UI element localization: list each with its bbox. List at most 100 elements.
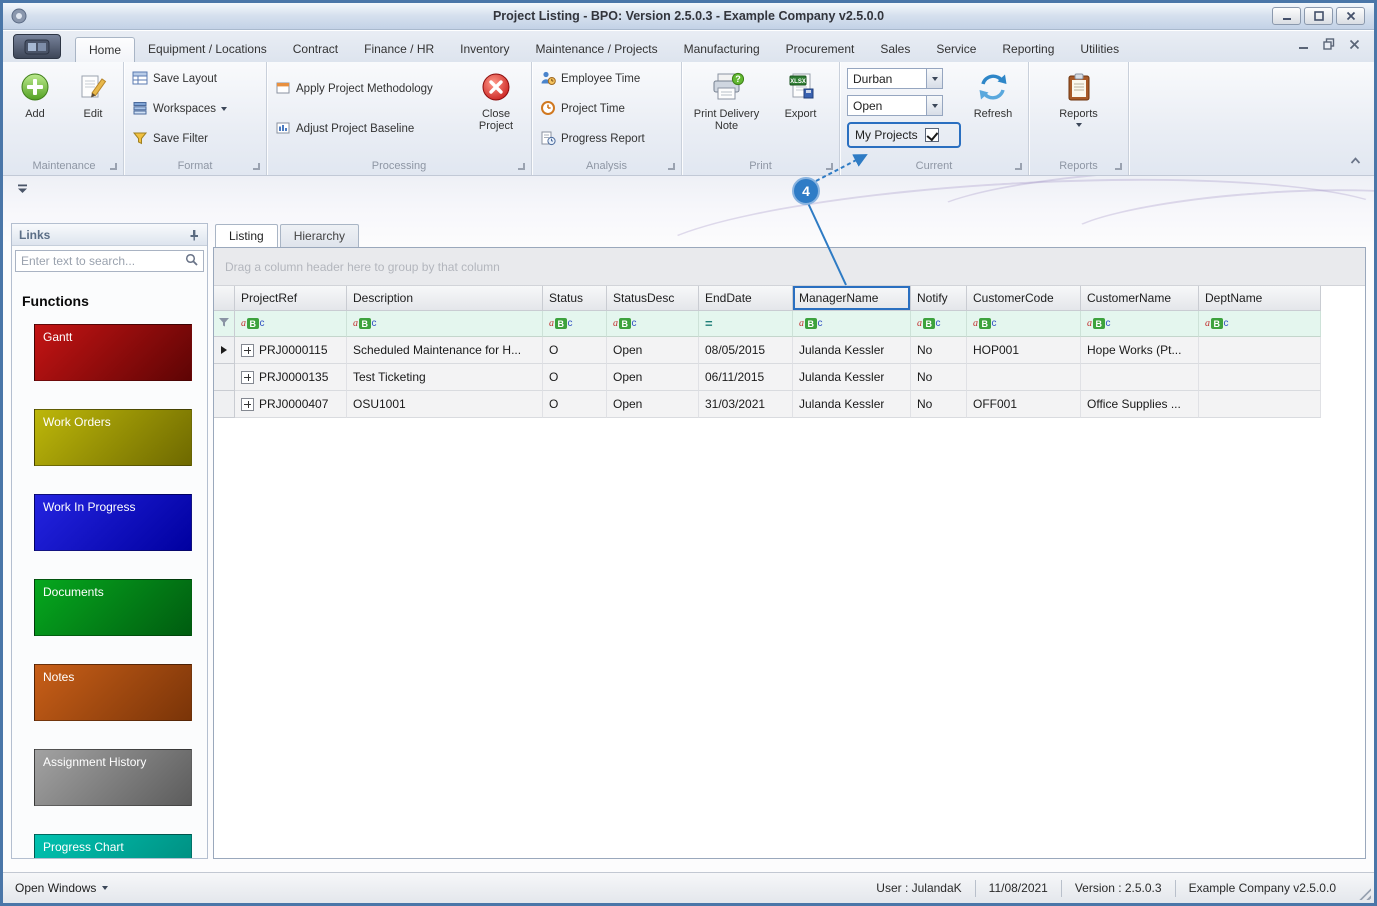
filter-cell-customercode[interactable]: aBc	[967, 311, 1081, 337]
cell-description[interactable]: OSU1001	[347, 391, 543, 418]
filter-cell-managername[interactable]: aBc	[793, 311, 911, 337]
cell-customername[interactable]	[1081, 364, 1199, 391]
group-options-icon[interactable]	[826, 163, 833, 170]
table-row[interactable]: PRJ0000407 OSU1001 O Open 31/03/2021 Julanda …	[214, 391, 1365, 418]
add-button[interactable]: Add	[8, 65, 62, 120]
checkbox-checked-icon[interactable]	[924, 128, 939, 142]
table-row[interactable]: PRJ0000115 Scheduled Maintenance for H...…	[214, 337, 1365, 364]
mdi-close-icon[interactable]	[1349, 39, 1360, 53]
ribbon-collapse-icon[interactable]	[1349, 155, 1362, 169]
cell-enddate[interactable]: 06/11/2015	[699, 364, 793, 391]
ribbon-tab-home[interactable]: Home	[75, 37, 136, 62]
progress-report-button[interactable]: Progress Report	[537, 129, 676, 149]
save-layout-button[interactable]: Save Layout	[129, 69, 261, 89]
project-time-button[interactable]: Project Time	[537, 99, 676, 119]
filter-cell-customername[interactable]: aBc	[1081, 311, 1199, 337]
column-header-description[interactable]: Description	[347, 286, 543, 311]
column-header-deptname[interactable]: DeptName	[1199, 286, 1321, 311]
ribbon-tab-equipment-locations[interactable]: Equipment / Locations	[135, 37, 280, 62]
status-combobox-dropdown[interactable]	[926, 96, 942, 115]
filter-cell-status[interactable]: aBc	[543, 311, 607, 337]
function-button-progress-chart[interactable]: Progress Chart	[34, 834, 192, 858]
column-header-notify[interactable]: Notify	[911, 286, 967, 311]
ribbon-tab-utilities[interactable]: Utilities	[1067, 37, 1132, 62]
cell-projectref[interactable]: PRJ0000407	[235, 391, 347, 418]
ribbon-tab-service[interactable]: Service	[923, 37, 989, 62]
tab-hierarchy[interactable]: Hierarchy	[279, 224, 360, 247]
ribbon-tab-reporting[interactable]: Reporting	[989, 37, 1067, 62]
workspaces-button[interactable]: Workspaces	[129, 99, 261, 119]
column-header-status[interactable]: Status	[543, 286, 607, 311]
expand-row-icon[interactable]	[241, 397, 254, 411]
cell-enddate[interactable]: 31/03/2021	[699, 391, 793, 418]
export-button[interactable]: XLSX Export	[773, 65, 829, 132]
cell-statusdesc[interactable]: Open	[607, 337, 699, 364]
cell-notify[interactable]: No	[911, 391, 967, 418]
cell-projectref[interactable]: PRJ0000135	[235, 364, 347, 391]
ribbon-tab-maintenance-projects[interactable]: Maintenance / Projects	[523, 37, 671, 62]
filter-cell-statusdesc[interactable]: aBc	[607, 311, 699, 337]
cell-notify[interactable]: No	[911, 364, 967, 391]
cell-statusdesc[interactable]: Open	[607, 391, 699, 418]
minimize-button[interactable]	[1272, 7, 1301, 25]
cell-statusdesc[interactable]: Open	[607, 364, 699, 391]
cell-status[interactable]: O	[543, 337, 607, 364]
cell-customername[interactable]: Office Supplies ...	[1081, 391, 1199, 418]
ribbon-tab-procurement[interactable]: Procurement	[773, 37, 868, 62]
tab-listing[interactable]: Listing	[215, 224, 278, 247]
adjust-project-baseline-button[interactable]: Adjust Project Baseline	[272, 119, 466, 139]
filter-cell-deptname[interactable]: aBc	[1199, 311, 1321, 337]
group-options-icon[interactable]	[518, 163, 525, 170]
cell-customercode[interactable]	[967, 364, 1081, 391]
group-options-icon[interactable]	[668, 163, 675, 170]
column-header-customercode[interactable]: CustomerCode	[967, 286, 1081, 311]
close-project-button[interactable]: Close Project	[468, 65, 524, 149]
cell-deptname[interactable]	[1199, 364, 1321, 391]
ribbon-tab-finance-hr[interactable]: Finance / HR	[351, 37, 447, 62]
function-button-documents[interactable]: Documents	[34, 579, 192, 636]
cell-enddate[interactable]: 08/05/2015	[699, 337, 793, 364]
column-header-managername[interactable]: ManagerName	[793, 286, 911, 311]
cell-managername[interactable]: Julanda Kessler	[793, 337, 911, 364]
expand-row-icon[interactable]	[241, 343, 254, 357]
save-filter-button[interactable]: Save Filter	[129, 129, 261, 149]
resize-grip[interactable]	[1358, 887, 1371, 900]
group-options-icon[interactable]	[1015, 163, 1022, 170]
group-by-panel[interactable]: Drag a column header here to group by th…	[214, 248, 1365, 286]
table-row[interactable]: PRJ0000135 Test Ticketing O Open 06/11/2015 J…	[214, 364, 1365, 391]
filter-cell-enddate[interactable]: =	[699, 311, 793, 337]
cell-notify[interactable]: No	[911, 337, 967, 364]
mdi-restore-icon[interactable]	[1323, 38, 1335, 53]
cell-customercode[interactable]: HOP001	[967, 337, 1081, 364]
pin-icon[interactable]	[188, 229, 200, 241]
site-combobox[interactable]: Durban	[847, 68, 943, 89]
function-button-assignment-history[interactable]: Assignment History	[34, 749, 192, 806]
function-button-notes[interactable]: Notes	[34, 664, 192, 721]
cell-customername[interactable]: Hope Works (Pt...	[1081, 337, 1199, 364]
my-projects-checkbox[interactable]: My Projects	[847, 122, 961, 148]
application-button[interactable]	[13, 34, 61, 59]
group-options-icon[interactable]	[1115, 163, 1122, 170]
edit-button[interactable]: Edit	[66, 65, 120, 120]
cell-projectref[interactable]: PRJ0000115	[235, 337, 347, 364]
cell-status[interactable]: O	[543, 391, 607, 418]
ribbon-tab-sales[interactable]: Sales	[867, 37, 923, 62]
column-header-projectref[interactable]: ProjectRef	[235, 286, 347, 311]
apply-project-methodology-button[interactable]: Apply Project Methodology	[272, 79, 466, 99]
function-button-gantt[interactable]: Gantt	[34, 324, 192, 381]
status-combobox[interactable]: Open	[847, 95, 943, 116]
cell-deptname[interactable]	[1199, 391, 1321, 418]
employee-time-button[interactable]: Employee Time	[537, 69, 676, 89]
filter-cell-notify[interactable]: aBc	[911, 311, 967, 337]
column-header-statusdesc[interactable]: StatusDesc	[607, 286, 699, 311]
ribbon-tab-inventory[interactable]: Inventory	[447, 37, 522, 62]
filter-cell-description[interactable]: aBc	[347, 311, 543, 337]
reports-button[interactable]: Reports	[1047, 65, 1111, 127]
cell-customercode[interactable]: OFF001	[967, 391, 1081, 418]
mdi-minimize-icon[interactable]	[1298, 39, 1309, 53]
refresh-button[interactable]: Refresh	[965, 65, 1021, 148]
cell-description[interactable]: Test Ticketing	[347, 364, 543, 391]
cell-managername[interactable]: Julanda Kessler	[793, 364, 911, 391]
cell-status[interactable]: O	[543, 364, 607, 391]
print-delivery-note-button[interactable]: ? Print Delivery Note	[693, 65, 761, 132]
